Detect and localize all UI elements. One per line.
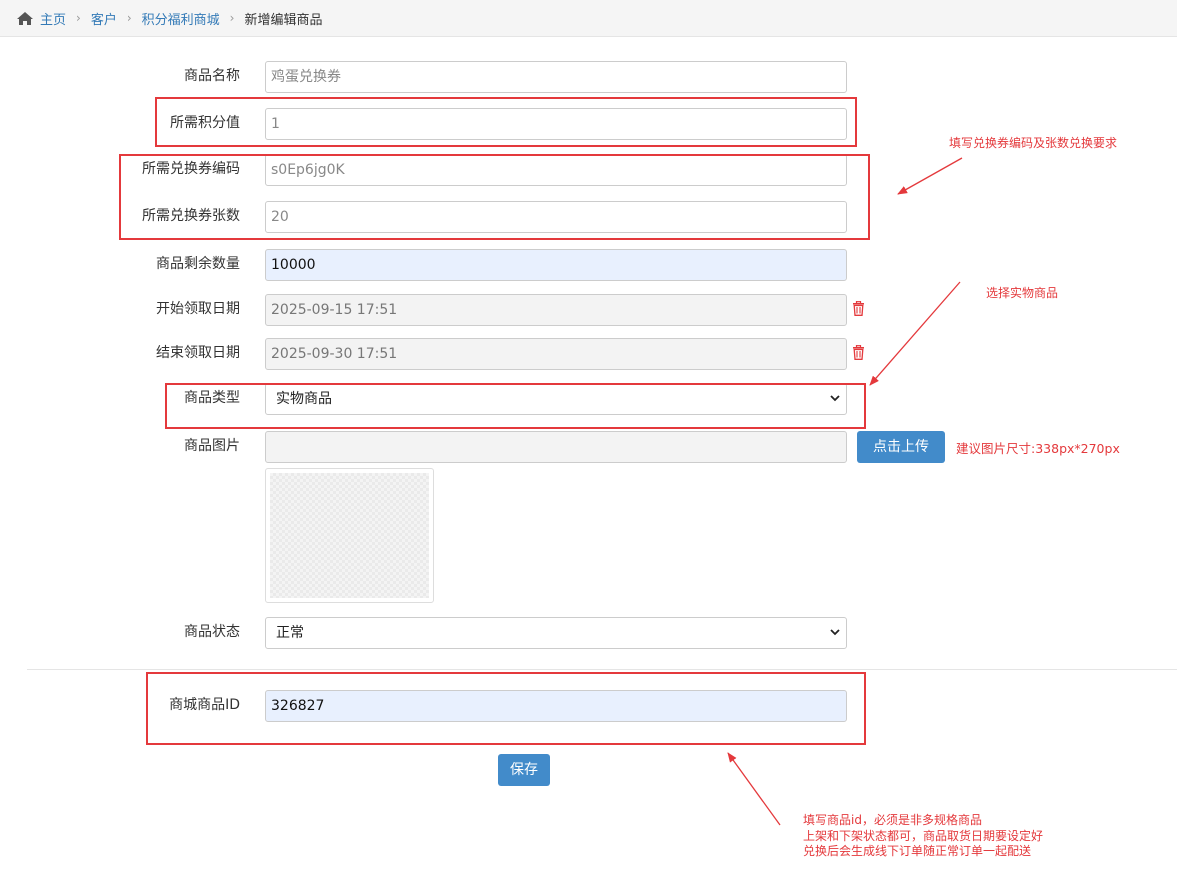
arrow-type (869, 281, 961, 386)
annotation-arrows (727, 157, 963, 826)
arrow-coupon (897, 157, 963, 195)
arrow-mall-id (727, 752, 781, 826)
